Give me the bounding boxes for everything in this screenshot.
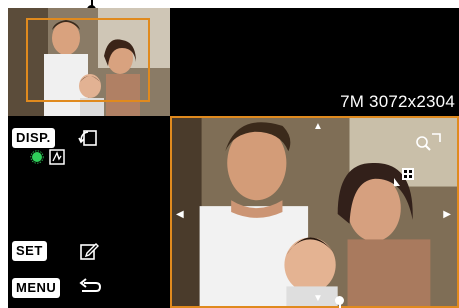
disp-button[interactable]: DISP. — [12, 128, 55, 148]
down-arrow-icon[interactable]: ▼ — [313, 294, 323, 304]
set-button[interactable]: SET — [12, 241, 47, 261]
image-size-readout: 7M 3072x2304 — [340, 92, 455, 111]
thumbnail-selection-frame — [26, 18, 150, 102]
left-arrow-icon[interactable]: ◀ — [176, 210, 184, 220]
face-frame-icon[interactable] — [410, 132, 442, 154]
zoomed-preview[interactable]: ▲ ◀ ▶ ▼ — [170, 116, 459, 308]
back-arrow-icon[interactable] — [76, 276, 102, 298]
green-dot-icon — [30, 150, 44, 164]
zoom-icon[interactable] — [392, 166, 416, 188]
menu-button[interactable]: MENU — [12, 278, 61, 298]
face-select-icon[interactable] — [48, 148, 66, 166]
bottom-callout-dot — [335, 296, 344, 305]
edit-icon[interactable] — [78, 240, 100, 262]
thumbnail-preview — [8, 8, 170, 116]
up-arrow-icon[interactable]: ▲ — [313, 122, 323, 132]
camera-screen: 7M 3072x2304 DISP. SET MENU ▲ ◀ ▶ ▼ — [8, 8, 459, 308]
rotate-icon[interactable] — [78, 127, 100, 149]
right-arrow-icon[interactable]: ▶ — [443, 210, 451, 220]
